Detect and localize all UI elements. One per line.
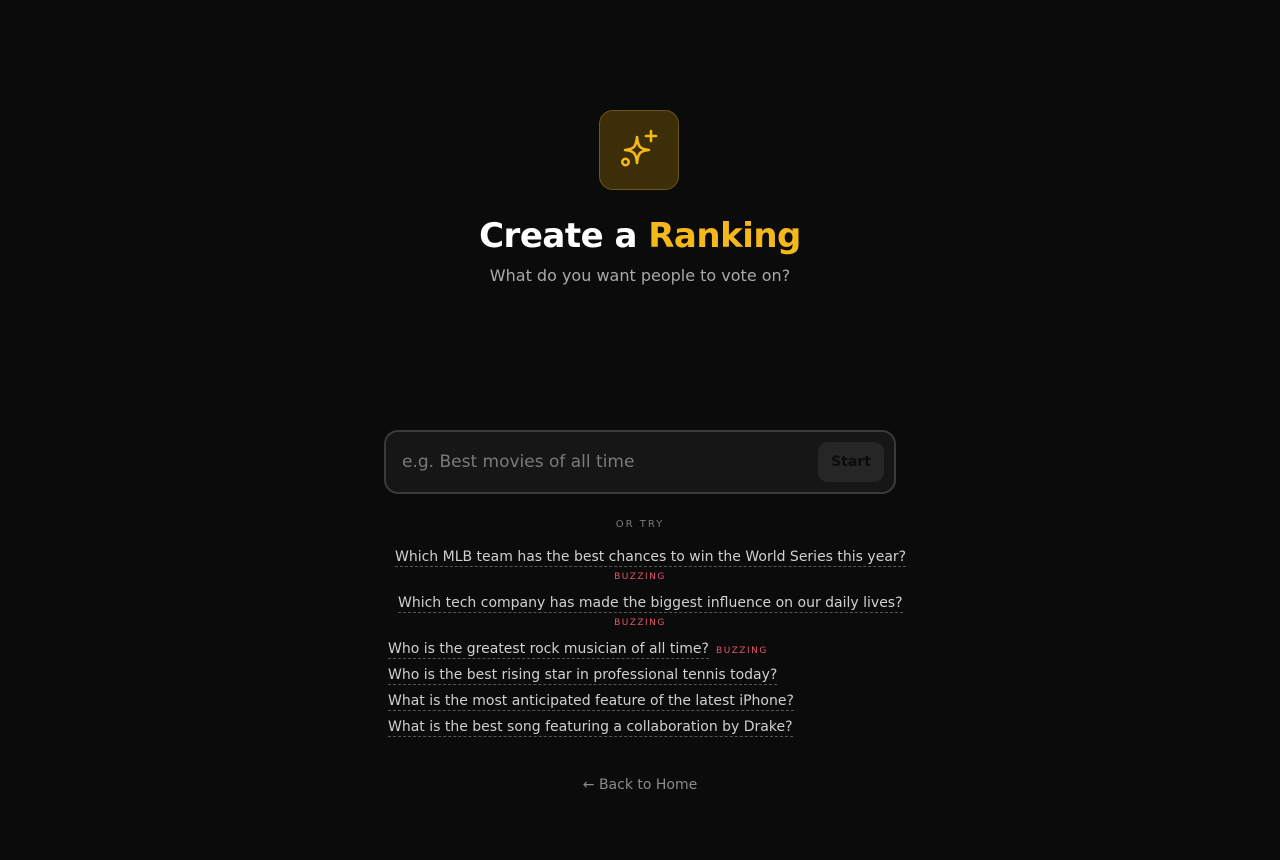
suggestion-item: Who is the best rising star in professio… [388,664,778,685]
suggestion-link[interactable]: What is the most anticipated feature of … [388,693,794,711]
back-to-home-label: Back to Home [598,777,698,793]
buzzing-badge: BUZZING [614,618,666,628]
start-button[interactable]: Start [818,442,884,482]
page-subtitle: What do you want people to vote on? [489,266,791,285]
suggestion-item: What is the most anticipated feature of … [388,690,794,711]
back-to-home-link[interactable]: ← Back to Home [583,777,697,793]
suggestion-item: Who is the greatest rock musician of all… [388,638,768,659]
topic-input[interactable] [402,442,802,482]
suggestion-link[interactable]: Which tech company has made the biggest … [398,595,903,613]
suggestion-item: What is the best song featuring a collab… [388,716,793,737]
suggestion-link[interactable]: Who is the best rising star in professio… [388,667,778,685]
suggestion-link[interactable]: Which MLB team has the best chances to w… [395,549,907,567]
arrow-left-icon: ← [582,777,595,793]
suggestion-link[interactable]: Who is the greatest rock musician of all… [388,641,709,659]
buzzing-badge: BUZZING [614,572,666,582]
topic-form: Start [384,430,896,494]
suggestion-link[interactable]: What is the best song featuring a collab… [388,719,793,737]
title-accent: Ranking [648,216,801,256]
buzzing-badge: BUZZING [716,646,768,656]
create-ranking-page: Create a Ranking What do you want people… [0,0,1280,860]
sparkles-icon [599,110,679,190]
title-prefix: Create a [479,216,649,256]
or-try-divider: OR TRY [615,519,665,530]
page-title: Create a Ranking [0,212,1280,260]
suggestion-item: Which tech company has made the biggest … [398,592,903,613]
back-to-home: ← Back to Home [0,775,1280,795]
suggestion-item: Which MLB team has the best chances to w… [395,546,907,567]
